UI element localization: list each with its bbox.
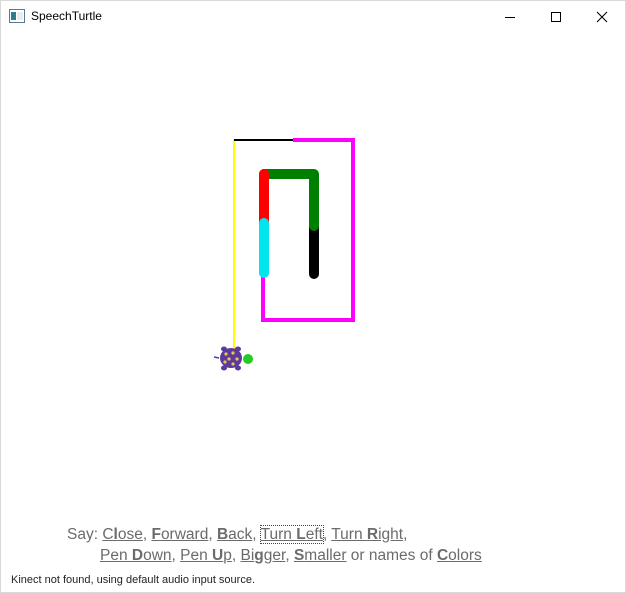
close-command-link[interactable]: Close bbox=[102, 526, 143, 543]
say-label: Say: bbox=[67, 526, 99, 543]
or-names-of-text: or names of bbox=[346, 547, 437, 564]
pen-trail-magenta bbox=[261, 138, 355, 322]
back-command-link[interactable]: Back bbox=[217, 526, 252, 543]
pen-down-command-link[interactable]: Pen Down bbox=[100, 547, 172, 564]
status-message: Kinect not found, using default audio in… bbox=[11, 574, 256, 586]
pen-trail-green bbox=[259, 169, 319, 231]
maximize-icon bbox=[551, 11, 561, 22]
close-button[interactable] bbox=[579, 1, 625, 32]
turtle-canvas bbox=[213, 138, 355, 371]
commands-line-2: Pen Down, Pen Up, Bigger, Smaller or nam… bbox=[100, 547, 482, 564]
turtle-icon bbox=[213, 346, 253, 371]
minimize-icon bbox=[505, 16, 515, 18]
bigger-command-link[interactable]: Bigger bbox=[241, 547, 286, 564]
pen-up-command-link[interactable]: Pen Up bbox=[180, 547, 232, 564]
colors-command-link[interactable]: Colors bbox=[437, 547, 482, 564]
turn-left-command-link[interactable]: Turn Left bbox=[259, 525, 324, 544]
turn-right-command-link[interactable]: Turn Right bbox=[331, 526, 403, 543]
voice-commands-panel: Say: Close, Forward, Back, Turn Left, Tu… bbox=[67, 524, 587, 566]
commands-line-1: Say: Close, Forward, Back, Turn Left, Tu… bbox=[67, 525, 408, 544]
maximize-button[interactable] bbox=[533, 1, 579, 32]
app-window: SpeechTurtle Say: Close, Forward, Back, … bbox=[0, 0, 626, 593]
title-bar[interactable]: SpeechTurtle bbox=[1, 1, 625, 32]
minimize-button[interactable] bbox=[487, 1, 533, 32]
window-title: SpeechTurtle bbox=[31, 9, 102, 23]
forward-command-link[interactable]: Forward bbox=[151, 526, 208, 543]
close-icon bbox=[596, 11, 608, 22]
app-icon bbox=[9, 9, 25, 23]
smaller-command-link[interactable]: Smaller bbox=[294, 547, 347, 564]
